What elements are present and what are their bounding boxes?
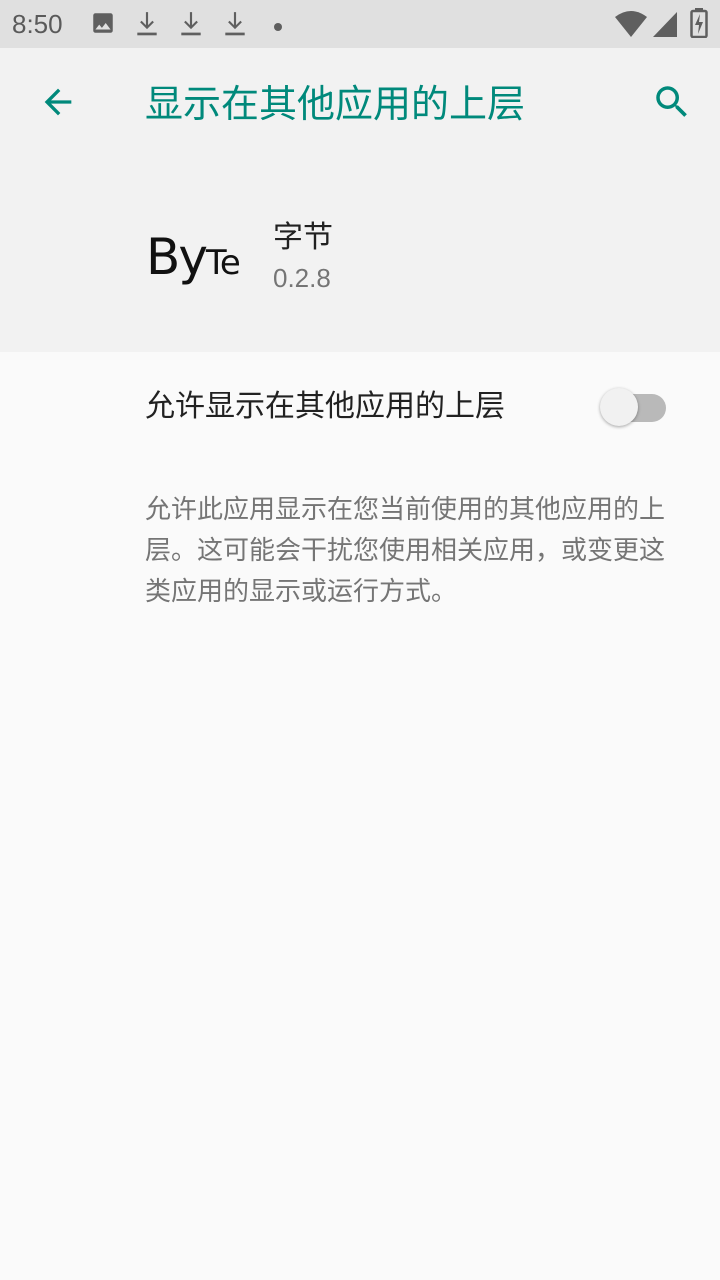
- status-bar: 8:50: [0, 0, 720, 48]
- page-title: 显示在其他应用的上层: [145, 82, 526, 126]
- switch-thumb: [600, 388, 638, 426]
- back-button[interactable]: [22, 68, 94, 140]
- cell-signal-icon: [652, 10, 678, 42]
- download-icon: [178, 10, 204, 42]
- app-bar: 显示在其他应用的上层: [0, 48, 720, 160]
- arrow-back-icon: [38, 82, 78, 126]
- screen: 8:50 显示在其他应用的上层 ByTe 字节 0.2.8 允许显示在其他应用的…: [0, 0, 720, 1280]
- search-icon: [651, 81, 693, 127]
- image-icon: [90, 10, 116, 40]
- dot-icon: [272, 18, 284, 37]
- allow-overlay-label: 允许显示在其他应用的上层: [145, 389, 505, 424]
- search-button[interactable]: [636, 68, 708, 140]
- download-icon: [134, 10, 160, 42]
- app-version: 0.2.8: [273, 263, 331, 293]
- allow-overlay-setting-row[interactable]: 允许显示在其他应用的上层: [0, 352, 720, 462]
- app-header: ByTe 字节 0.2.8: [0, 160, 720, 352]
- battery-charging-icon: [690, 8, 708, 42]
- setting-description: 允许此应用显示在您当前使用的其他应用的上层。这可能会干扰您使用相关应用，或变更这…: [145, 495, 666, 607]
- allow-overlay-switch[interactable]: [598, 384, 670, 428]
- status-time: 8:50: [12, 9, 63, 39]
- app-name: 字节: [273, 220, 333, 255]
- wifi-icon: [614, 10, 648, 42]
- app-logo: ByTe: [146, 228, 241, 286]
- download-icon: [222, 10, 248, 42]
